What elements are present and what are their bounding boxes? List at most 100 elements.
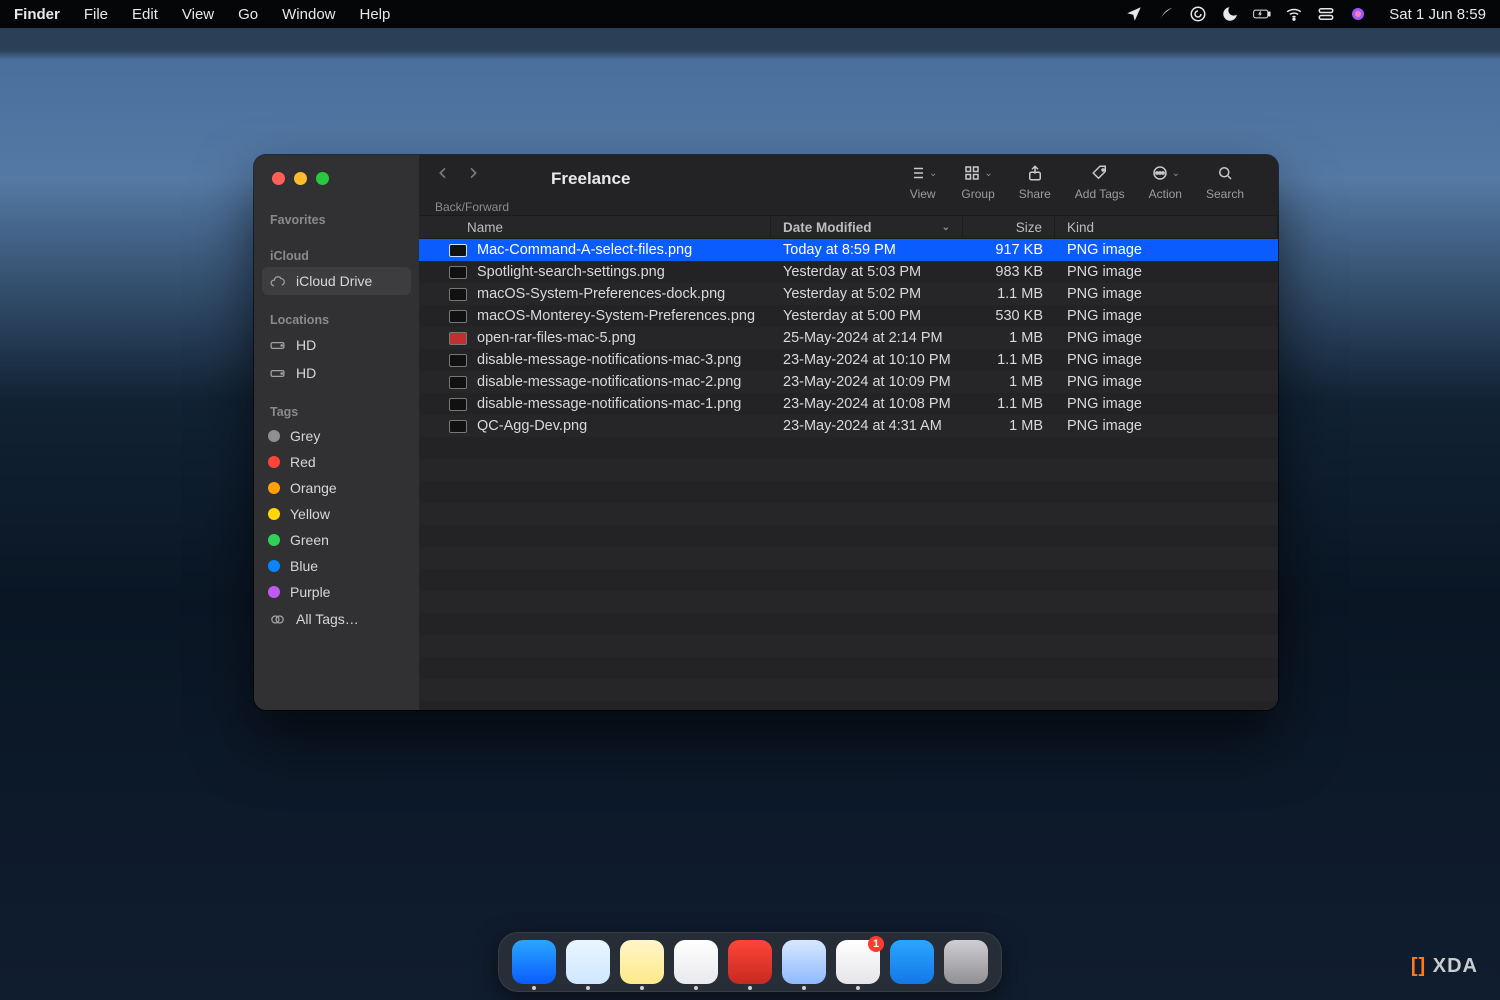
sidebar-item-label: iCloud Drive bbox=[296, 273, 372, 289]
dock-safari[interactable] bbox=[782, 940, 826, 984]
menubar-clock[interactable]: Sat 1 Jun 8:59 bbox=[1389, 6, 1486, 23]
column-size[interactable]: Size bbox=[963, 216, 1055, 238]
sidebar-tag-red[interactable]: Red bbox=[254, 449, 419, 475]
column-kind[interactable]: Kind bbox=[1055, 216, 1278, 238]
file-row[interactable]: macOS-Monterey-System-Preferences.png Ye… bbox=[419, 305, 1278, 327]
sidebar-tag-yellow[interactable]: Yellow bbox=[254, 501, 419, 527]
file-kind: PNG image bbox=[1055, 418, 1278, 434]
file-list[interactable]: Mac-Command-A-select-files.png Today at … bbox=[419, 239, 1278, 710]
file-row[interactable]: disable-message-notifications-mac-2.png … bbox=[419, 371, 1278, 393]
toolbar-tags-button[interactable]: Add Tags bbox=[1075, 163, 1125, 201]
window-zoom-button[interactable] bbox=[316, 172, 329, 185]
sidebar-item-label: HD bbox=[296, 337, 316, 353]
menu-help[interactable]: Help bbox=[360, 6, 391, 23]
toolbar-group-button[interactable]: ⌄ Group bbox=[961, 163, 994, 201]
menu-view[interactable]: View bbox=[182, 6, 214, 23]
dock-trash[interactable] bbox=[944, 940, 988, 984]
column-date-modified[interactable]: Date Modified ⌄ bbox=[771, 216, 963, 238]
finder-window: Favorites iCloud iCloud Drive Locations … bbox=[254, 155, 1278, 710]
menu-edit[interactable]: Edit bbox=[132, 6, 158, 23]
file-size: 1 MB bbox=[963, 330, 1055, 346]
sidebar-tag-orange[interactable]: Orange bbox=[254, 475, 419, 501]
sidebar-item-icloud-drive[interactable]: iCloud Drive bbox=[262, 267, 411, 295]
dock-pages[interactable] bbox=[674, 940, 718, 984]
file-row[interactable]: Spotlight-search-settings.png Yesterday … bbox=[419, 261, 1278, 283]
toolbar-label: Share bbox=[1019, 187, 1051, 201]
menu-window[interactable]: Window bbox=[282, 6, 335, 23]
empty-row bbox=[419, 613, 1278, 635]
menu-file[interactable]: File bbox=[84, 6, 108, 23]
sort-chevron-icon: ⌄ bbox=[942, 222, 950, 233]
battery-icon[interactable] bbox=[1253, 5, 1271, 23]
location-icon[interactable] bbox=[1125, 5, 1143, 23]
drive-icon bbox=[268, 364, 286, 382]
file-row[interactable]: Mac-Command-A-select-files.png Today at … bbox=[419, 239, 1278, 261]
sidebar-item-hd-2[interactable]: HD bbox=[254, 359, 419, 387]
toolbar-label: Add Tags bbox=[1075, 187, 1125, 201]
file-date: 25-May-2024 at 2:14 PM bbox=[771, 330, 963, 346]
file-row[interactable]: disable-message-notifications-mac-1.png … bbox=[419, 393, 1278, 415]
column-name[interactable]: Name bbox=[419, 216, 771, 238]
file-size: 1.1 MB bbox=[963, 396, 1055, 412]
window-close-button[interactable] bbox=[272, 172, 285, 185]
sidebar-tag-blue[interactable]: Blue bbox=[254, 553, 419, 579]
sidebar-item-hd-1[interactable]: HD bbox=[254, 331, 419, 359]
tag-dot-icon bbox=[268, 456, 280, 468]
file-kind: PNG image bbox=[1055, 242, 1278, 258]
file-kind: PNG image bbox=[1055, 286, 1278, 302]
control-center-icon[interactable] bbox=[1317, 5, 1335, 23]
menu-go[interactable]: Go bbox=[238, 6, 258, 23]
dock-notes[interactable] bbox=[620, 940, 664, 984]
file-thumbnail-icon bbox=[449, 376, 467, 389]
sidebar-item-label: Yellow bbox=[290, 506, 330, 522]
sidebar-tag-purple[interactable]: Purple bbox=[254, 579, 419, 605]
file-date: Yesterday at 5:02 PM bbox=[771, 286, 963, 302]
file-row[interactable]: open-rar-files-mac-5.png 25-May-2024 at … bbox=[419, 327, 1278, 349]
dock-edge[interactable] bbox=[566, 940, 610, 984]
forward-button[interactable] bbox=[465, 165, 481, 186]
file-name: macOS-Monterey-System-Preferences.png bbox=[477, 308, 755, 324]
toolbar-share-button[interactable]: Share bbox=[1019, 163, 1051, 201]
toolbar-view-button[interactable]: ⌄ View bbox=[908, 163, 937, 201]
app-menu[interactable]: Finder bbox=[14, 6, 60, 23]
do-not-disturb-icon[interactable] bbox=[1221, 5, 1239, 23]
file-row[interactable]: disable-message-notifications-mac-3.png … bbox=[419, 349, 1278, 371]
file-date: 23-May-2024 at 10:08 PM bbox=[771, 396, 963, 412]
window-minimize-button[interactable] bbox=[294, 172, 307, 185]
sidebar-item-all-tags[interactable]: All Tags… bbox=[254, 605, 419, 633]
running-indicator bbox=[856, 986, 860, 990]
all-tags-icon bbox=[268, 610, 286, 628]
file-row[interactable]: macOS-System-Preferences-dock.png Yester… bbox=[419, 283, 1278, 305]
toolbar-action-button[interactable]: ⌄ Action bbox=[1149, 163, 1182, 201]
file-date: Yesterday at 5:00 PM bbox=[771, 308, 963, 324]
file-row[interactable]: QC-Agg-Dev.png 23-May-2024 at 4:31 AM 1 … bbox=[419, 415, 1278, 437]
sidebar-tag-green[interactable]: Green bbox=[254, 527, 419, 553]
sidebar-group-locations: Locations bbox=[254, 305, 419, 331]
running-indicator bbox=[694, 986, 698, 990]
wifi-icon[interactable] bbox=[1285, 5, 1303, 23]
back-button[interactable] bbox=[435, 165, 451, 186]
empty-row bbox=[419, 569, 1278, 591]
tag-dot-icon bbox=[268, 534, 280, 546]
file-thumbnail-icon bbox=[449, 310, 467, 323]
list-icon: ⌄ bbox=[908, 163, 937, 183]
column-headers: Name Date Modified ⌄ Size Kind bbox=[419, 215, 1278, 239]
dock-pdf[interactable] bbox=[728, 940, 772, 984]
sidebar-item-label: Blue bbox=[290, 558, 318, 574]
dock-downloads-folder[interactable] bbox=[890, 940, 934, 984]
tag-dot-icon bbox=[268, 508, 280, 520]
dock: 1 bbox=[498, 932, 1002, 992]
quill-icon[interactable] bbox=[1157, 5, 1175, 23]
toolbar-search-button[interactable]: Search bbox=[1206, 163, 1244, 201]
drive-icon bbox=[268, 336, 286, 354]
empty-row bbox=[419, 635, 1278, 657]
toolbar: Back/Forward Freelance ⌄ View ⌄ Group Sh… bbox=[419, 155, 1278, 215]
grammarly-icon[interactable] bbox=[1189, 5, 1207, 23]
sidebar-tag-grey[interactable]: Grey bbox=[254, 423, 419, 449]
sidebar-group-tags: Tags bbox=[254, 397, 419, 423]
tag-dot-icon bbox=[268, 586, 280, 598]
column-label: Date Modified bbox=[783, 220, 872, 235]
siri-icon[interactable] bbox=[1349, 5, 1367, 23]
dock-download[interactable]: 1 bbox=[836, 940, 880, 984]
dock-finder[interactable] bbox=[512, 940, 556, 984]
